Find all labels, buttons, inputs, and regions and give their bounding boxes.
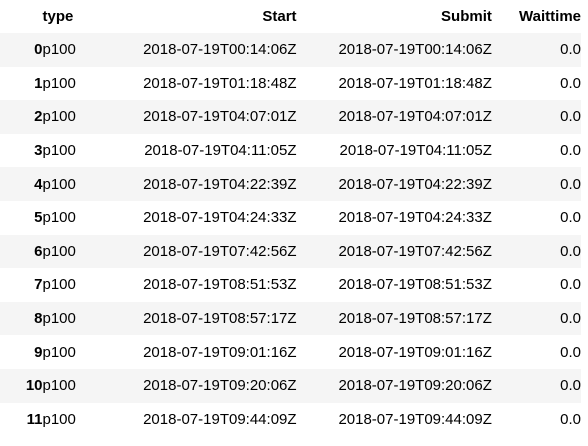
cell-start: 2018-07-19T07:42:56Z bbox=[143, 242, 297, 260]
cell-start: 2018-07-19T08:51:53Z bbox=[143, 276, 297, 294]
cell-submit: 2018-07-19T09:20:06Z bbox=[338, 377, 492, 395]
row-index: 3 bbox=[34, 142, 43, 160]
row-index: 9 bbox=[34, 343, 43, 361]
cell-submit: 2018-07-19T00:14:06Z bbox=[338, 41, 492, 59]
cell-type: p100 bbox=[42, 175, 76, 193]
cell-type: p100 bbox=[42, 343, 76, 361]
header-row: type Start Submit Waittime bbox=[0, 0, 582, 33]
cell-submit: 2018-07-19T08:57:17Z bbox=[338, 310, 492, 328]
cell-waittime: 0.0 bbox=[560, 74, 581, 92]
cell-type: p100 bbox=[42, 242, 76, 260]
row-index: 8 bbox=[34, 310, 43, 328]
cell-submit: 2018-07-19T01:18:48Z bbox=[338, 74, 492, 92]
cell-submit: 2018-07-19T04:07:01Z bbox=[338, 108, 492, 126]
cell-type: p100 bbox=[42, 410, 76, 428]
table-row: 1 p100 2018-07-19T01:18:48Z 2018-07-19T01:1… bbox=[0, 67, 581, 101]
table-row: 11 p100 2018-07-19T09:44:09Z 2018-07-19T09:… bbox=[0, 403, 581, 437]
cell-start: 2018-07-19T09:20:06Z bbox=[143, 377, 297, 395]
cell-submit: 2018-07-19T09:44:09Z bbox=[338, 410, 492, 428]
header-start: Start bbox=[262, 8, 297, 25]
cell-start: 2018-07-19T04:07:01Z bbox=[143, 108, 297, 126]
cell-start: 2018-07-19T01:18:48Z bbox=[143, 74, 297, 92]
cell-waittime: 0.0 bbox=[560, 410, 581, 428]
row-index: 7 bbox=[34, 276, 43, 294]
table-body: 0 p100 2018-07-19T00:14:06Z 2018-07-19T00:1… bbox=[0, 33, 581, 436]
cell-waittime: 0.0 bbox=[560, 142, 581, 160]
cell-start: 2018-07-19T04:24:33Z bbox=[143, 209, 297, 227]
cell-type: p100 bbox=[42, 74, 76, 92]
table-header: type Start Submit Waittime bbox=[0, 0, 582, 33]
cell-waittime: 0.0 bbox=[560, 41, 581, 59]
cell-start: 2018-07-19T08:57:17Z bbox=[143, 310, 297, 328]
table-row: 6 p100 2018-07-19T07:42:56Z 2018-07-19T07:4… bbox=[0, 234, 581, 269]
table-row: 2 p100 2018-07-19T04:07:01Z 2018-07-19T04:0… bbox=[0, 100, 581, 134]
table-row: 10 p100 2018-07-19T09:20:06Z 2018-07-19T09:… bbox=[0, 368, 581, 403]
cell-waittime: 0.0 bbox=[560, 209, 581, 227]
cell-submit: 2018-07-19T04:11:05Z bbox=[339, 142, 492, 160]
dataframe-output: type Start Submit Waittime 0 p100 2018-07-… bbox=[0, 0, 588, 446]
cell-type: p100 bbox=[42, 377, 76, 395]
cell-type: p100 bbox=[42, 41, 76, 59]
table-row: 0 p100 2018-07-19T00:14:06Z 2018-07-19T00:1… bbox=[0, 33, 581, 67]
cell-waittime: 0.0 bbox=[560, 343, 581, 361]
cell-waittime: 0.0 bbox=[560, 377, 581, 395]
cell-type: p100 bbox=[42, 142, 76, 160]
cell-start: 2018-07-19T04:22:39Z bbox=[143, 175, 297, 193]
table-row: 7 p100 2018-07-19T08:51:53Z 2018-07-19T08:5… bbox=[0, 268, 581, 302]
cell-waittime: 0.0 bbox=[560, 242, 581, 260]
header-type: type bbox=[42, 8, 74, 25]
cell-type: p100 bbox=[42, 209, 76, 227]
dataframe-table: type Start Submit Waittime 0 p100 2018-07-… bbox=[0, 0, 581, 436]
row-index: 5 bbox=[34, 209, 43, 227]
cell-start: 2018-07-19T09:44:09Z bbox=[143, 410, 297, 428]
cell-submit: 2018-07-19T09:01:16Z bbox=[338, 343, 492, 361]
row-index: 4 bbox=[34, 175, 43, 193]
header-waittime: Waittime bbox=[519, 8, 581, 25]
row-index: 11 bbox=[26, 410, 43, 428]
cell-type: p100 bbox=[42, 310, 76, 328]
header-index bbox=[0, 0, 43, 33]
table-row: 8 p100 2018-07-19T08:57:17Z 2018-07-19T08:5… bbox=[0, 301, 581, 336]
row-index: 6 bbox=[34, 242, 43, 260]
row-index: 1 bbox=[34, 74, 43, 92]
row-index: 0 bbox=[34, 41, 43, 59]
cell-type: p100 bbox=[42, 108, 76, 126]
table-row: 9 p100 2018-07-19T09:01:16Z 2018-07-19T09:0… bbox=[0, 335, 581, 369]
cell-submit: 2018-07-19T07:42:56Z bbox=[338, 242, 492, 260]
cell-start: 2018-07-19T00:14:06Z bbox=[143, 41, 297, 59]
cell-submit: 2018-07-19T04:24:33Z bbox=[338, 209, 492, 227]
cell-waittime: 0.0 bbox=[560, 108, 581, 126]
table-row: 5 p100 2018-07-19T04:24:33Z 2018-07-19T04:2… bbox=[0, 201, 581, 235]
table-row: 3 p100 2018-07-19T04:11:05Z 2018-07-19T04:1… bbox=[0, 134, 581, 168]
cell-type: p100 bbox=[42, 276, 76, 294]
cell-waittime: 0.0 bbox=[560, 175, 581, 193]
header-submit: Submit bbox=[441, 8, 492, 25]
cell-waittime: 0.0 bbox=[560, 276, 581, 294]
cell-submit: 2018-07-19T08:51:53Z bbox=[338, 276, 492, 294]
cell-start: 2018-07-19T09:01:16Z bbox=[143, 343, 297, 361]
cell-start: 2018-07-19T04:11:05Z bbox=[144, 142, 297, 160]
cell-waittime: 0.0 bbox=[560, 310, 581, 328]
row-index: 2 bbox=[34, 108, 43, 126]
row-index: 10 bbox=[25, 377, 43, 395]
table-row: 4 p100 2018-07-19T04:22:39Z 2018-07-19T04:2… bbox=[0, 167, 581, 201]
cell-submit: 2018-07-19T04:22:39Z bbox=[338, 175, 492, 193]
